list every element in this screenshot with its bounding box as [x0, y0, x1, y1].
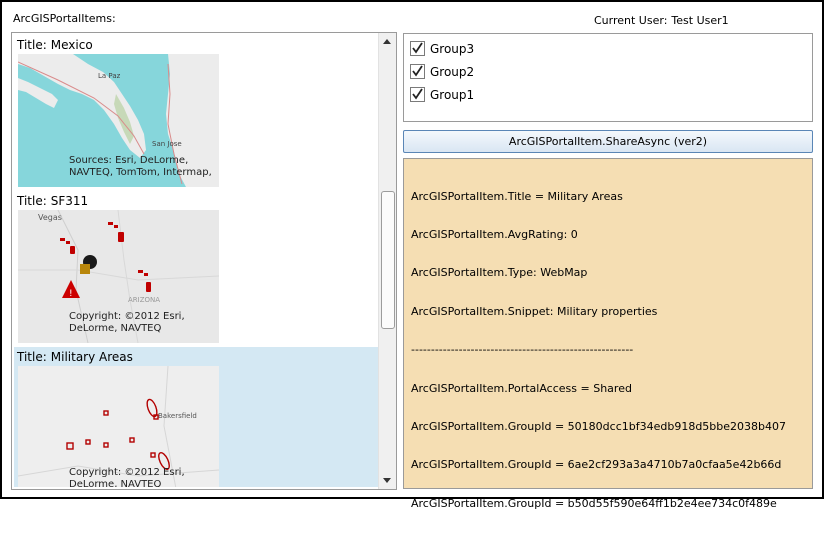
- output-line: ArcGISPortalItem.Snippet: Military prope…: [411, 304, 658, 318]
- map-label-arizona: ARIZONA: [128, 296, 160, 304]
- chevron-down-icon: [383, 478, 391, 483]
- output-panel: ArcGISPortalItem.Title = Military Areas …: [403, 158, 813, 510]
- map-credit: Copyright: ©2012 Esri, DeLorme, NAVTEQ: [69, 311, 185, 334]
- map-label-la-paz: La Paz: [98, 72, 121, 80]
- chevron-up-icon: [383, 39, 391, 44]
- item-thumbnail: Vegas ARIZONA ! Copyright: ©2012 Esri, D…: [18, 210, 219, 343]
- output-line: ArcGISPortalItem.Title = Military Areas: [411, 189, 623, 203]
- item-title-label: Title:: [17, 350, 47, 364]
- portal-item-mexico[interactable]: Title: Mexico La Paz San Jose Sources: E…: [14, 35, 378, 191]
- output-line: ArcGISPortalItem.GroupId = 50180dcc1bf34…: [411, 419, 787, 433]
- group2-checkbox[interactable]: [410, 64, 425, 79]
- group1-checkbox[interactable]: [410, 87, 425, 102]
- check-icon: [412, 88, 423, 100]
- group-label: Group1: [430, 88, 475, 102]
- item-title-label: Title:: [17, 194, 47, 208]
- item-title-value: Military Areas: [50, 350, 133, 364]
- output-line: ArcGISPortalItem.GroupId = 6ae2cf293a3a4…: [411, 458, 782, 472]
- portal-items-list[interactable]: Title: Mexico La Paz San Jose Sources: E…: [11, 32, 397, 490]
- output-text: ArcGISPortalItem.Title = Military Areas …: [411, 165, 808, 536]
- item-title: Title: Mexico: [17, 38, 93, 52]
- item-title: Title: SF311: [17, 194, 88, 208]
- map-credit: Sources: Esri, DeLorme, NAVTEQ, TomTom, …: [69, 155, 212, 178]
- map-label-vegas: Vegas: [38, 213, 62, 222]
- check-icon: [412, 65, 423, 77]
- svg-text:!: !: [69, 289, 73, 299]
- item-title-value: Mexico: [50, 38, 93, 52]
- portal-items-viewport: Title: Mexico La Paz San Jose Sources: E…: [14, 35, 378, 487]
- map-label-bakersfield: Bakersfield: [158, 412, 197, 420]
- current-user: Current User: Test User1: [594, 14, 729, 27]
- output-line: ArcGISPortalItem.AvgRating: 0: [411, 227, 578, 241]
- share-async-button[interactable]: ArcGISPortalItem.ShareAsync (ver2): [403, 130, 813, 153]
- item-title-label: Title:: [17, 38, 47, 52]
- group-label: Group2: [430, 65, 475, 79]
- portal-items-label: ArcGISPortalItems:: [13, 12, 116, 25]
- map-credit: Copyright: ©2012 Esri, DeLorme, NAVTEQ: [69, 467, 185, 487]
- scroll-thumb[interactable]: [381, 191, 395, 329]
- group3-checkbox[interactable]: [410, 41, 425, 56]
- item-title: Title: Military Areas: [17, 350, 133, 364]
- scroll-up-button[interactable]: [379, 33, 396, 50]
- group-label: Group3: [430, 42, 475, 56]
- output-line: ArcGISPortalItem.GroupId = b50d55f590e64…: [411, 496, 777, 510]
- portal-item-sf311[interactable]: Title: SF311 Vegas ARIZONA ! Copyright: …: [14, 191, 378, 347]
- scroll-down-button[interactable]: [379, 472, 396, 489]
- check-icon: [412, 42, 423, 54]
- output-separator: ----------------------------------------…: [411, 343, 634, 357]
- item-thumbnail: La Paz San Jose Sources: Esri, DeLorme, …: [18, 54, 219, 187]
- window-frame: ArcGISPortalItems: Current User: Test Use…: [0, 0, 824, 510]
- item-thumbnail: Bakersfield Copyright: ©2012 Esri, DeLor…: [18, 366, 219, 487]
- groups-list: Group3 Group2 Group1: [403, 33, 813, 122]
- list-scrollbar[interactable]: [378, 33, 396, 489]
- portal-item-military-areas[interactable]: Title: Military Areas Bakersfield Copyri…: [14, 347, 378, 487]
- item-title-value: SF311: [50, 194, 89, 208]
- output-line: ArcGISPortalItem.Type: WebMap: [411, 266, 588, 280]
- output-line: ArcGISPortalItem.PortalAccess = Shared: [411, 381, 632, 395]
- current-user-label: Current User:: [594, 14, 668, 27]
- map-label-san-jose: San Jose: [152, 140, 182, 148]
- current-user-name: Test User1: [671, 14, 729, 27]
